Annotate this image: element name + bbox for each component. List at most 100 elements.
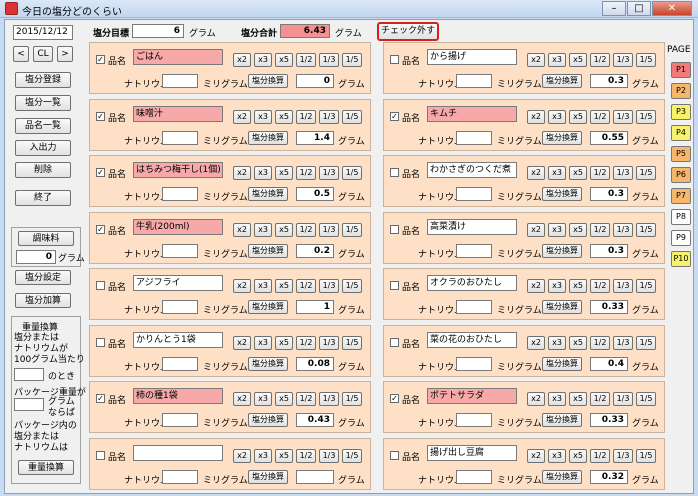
right-item-salt-value[interactable]: 0.3	[590, 74, 628, 88]
right-item-mult-button[interactable]: x5	[569, 449, 587, 463]
left-item-mult-button[interactable]: x5	[275, 336, 293, 350]
left-item-mult-button[interactable]: 1/5	[342, 53, 362, 67]
right-item-mult-button[interactable]: x5	[569, 392, 587, 406]
right-item-mult-button[interactable]: 1/2	[590, 53, 610, 67]
right-item-sodium-field[interactable]	[456, 244, 492, 258]
right-item-convert-button[interactable]: 塩分換算	[542, 413, 582, 427]
next-button[interactable]: >	[57, 46, 73, 62]
right-item-mult-button[interactable]: 1/2	[590, 166, 610, 180]
right-item-mult-button[interactable]: 1/2	[590, 279, 610, 293]
left-item-mult-button[interactable]: 1/2	[296, 279, 316, 293]
page-button-p7[interactable]: P7	[671, 188, 691, 204]
left-item-name-field[interactable]: アジフライ	[133, 275, 223, 291]
right-item-salt-value[interactable]: 0.55	[590, 131, 628, 145]
page-button-p1[interactable]: P1	[671, 62, 691, 78]
left-item-name-field[interactable]	[133, 445, 223, 461]
left-item-salt-value[interactable]	[296, 470, 334, 484]
right-item-name-field[interactable]: から揚げ	[427, 49, 517, 65]
right-item-sodium-field[interactable]	[456, 74, 492, 88]
left-item-convert-button[interactable]: 塩分換算	[248, 244, 288, 258]
left-item-mult-button[interactable]: x5	[275, 166, 293, 180]
left-item-mult-button[interactable]: 1/2	[296, 336, 316, 350]
left-item-mult-button[interactable]: x3	[254, 392, 272, 406]
left-item-mult-button[interactable]: 1/3	[319, 223, 339, 237]
right-item-mult-button[interactable]: x3	[548, 166, 566, 180]
left-item-checkbox[interactable]	[96, 281, 105, 290]
left-item-mult-button[interactable]: 1/5	[342, 223, 362, 237]
right-item-salt-value[interactable]: 0.3	[590, 187, 628, 201]
left-item-convert-button[interactable]: 塩分換算	[248, 357, 288, 371]
weight-calc-button[interactable]: 重量換算	[18, 460, 74, 475]
left-item-convert-button[interactable]: 塩分換算	[248, 187, 288, 201]
left-item-mult-button[interactable]: x3	[254, 53, 272, 67]
left-item-convert-button[interactable]: 塩分換算	[248, 300, 288, 314]
right-item-convert-button[interactable]: 塩分換算	[542, 357, 582, 371]
right-item-mult-button[interactable]: x5	[569, 223, 587, 237]
page-button-p4[interactable]: P4	[671, 125, 691, 141]
right-item-mult-button[interactable]: x2	[527, 223, 545, 237]
left-item-mult-button[interactable]: 1/3	[319, 449, 339, 463]
right-item-mult-button[interactable]: x2	[527, 166, 545, 180]
right-item-mult-button[interactable]: x3	[548, 336, 566, 350]
left-item-salt-value[interactable]: 0.43	[296, 413, 334, 427]
left-item-mult-button[interactable]: x5	[275, 279, 293, 293]
page-button-p2[interactable]: P2	[671, 83, 691, 99]
left-item-checkbox[interactable]: ✓	[96, 394, 105, 403]
right-item-mult-button[interactable]: x3	[548, 392, 566, 406]
page-button-p8[interactable]: P8	[671, 209, 691, 225]
right-item-convert-button[interactable]: 塩分換算	[542, 187, 582, 201]
right-item-sodium-field[interactable]	[456, 357, 492, 371]
right-item-mult-button[interactable]: 1/3	[613, 392, 633, 406]
right-item-checkbox[interactable]: ✓	[390, 112, 399, 121]
right-item-mult-button[interactable]: 1/5	[636, 223, 656, 237]
right-item-sodium-field[interactable]	[456, 131, 492, 145]
left-item-mult-button[interactable]: x3	[254, 166, 272, 180]
left-item-convert-button[interactable]: 塩分換算	[248, 131, 288, 145]
right-item-convert-button[interactable]: 塩分換算	[542, 244, 582, 258]
left-item-mult-button[interactable]: x2	[233, 53, 251, 67]
right-item-mult-button[interactable]: 1/2	[590, 223, 610, 237]
right-item-salt-value[interactable]: 0.3	[590, 244, 628, 258]
salt-register-button[interactable]: 塩分登録	[15, 72, 71, 88]
uncheck-all-button[interactable]: チェック外す	[377, 22, 439, 41]
right-item-mult-button[interactable]: 1/5	[636, 279, 656, 293]
left-item-sodium-field[interactable]	[162, 300, 198, 314]
right-item-mult-button[interactable]: x2	[527, 53, 545, 67]
seasoning-value[interactable]: 0	[16, 250, 56, 264]
right-item-name-field[interactable]: 菜の花のおひたし	[427, 332, 517, 348]
left-item-mult-button[interactable]: 1/5	[342, 110, 362, 124]
left-item-salt-value[interactable]: 1.4	[296, 131, 334, 145]
right-item-mult-button[interactable]: 1/5	[636, 392, 656, 406]
left-item-name-field[interactable]: 味噌汁	[133, 106, 223, 122]
maximize-button[interactable]: □	[627, 1, 651, 16]
right-item-mult-button[interactable]: x5	[569, 279, 587, 293]
right-item-sodium-field[interactable]	[456, 413, 492, 427]
right-item-mult-button[interactable]: 1/5	[636, 449, 656, 463]
right-item-salt-value[interactable]: 0.33	[590, 300, 628, 314]
left-item-mult-button[interactable]: x5	[275, 223, 293, 237]
left-item-mult-button[interactable]: x5	[275, 392, 293, 406]
salt-list-button[interactable]: 塩分一覧	[15, 95, 71, 111]
left-item-mult-button[interactable]: 1/5	[342, 279, 362, 293]
left-item-mult-button[interactable]: 1/3	[319, 166, 339, 180]
right-item-mult-button[interactable]: 1/3	[613, 166, 633, 180]
exit-button[interactable]: 終了	[15, 190, 71, 206]
left-item-mult-button[interactable]: 1/3	[319, 53, 339, 67]
left-item-mult-button[interactable]: x5	[275, 110, 293, 124]
left-item-salt-value[interactable]: 0.2	[296, 244, 334, 258]
right-item-mult-button[interactable]: 1/3	[613, 279, 633, 293]
left-item-salt-value[interactable]: 0.08	[296, 357, 334, 371]
right-item-mult-button[interactable]: 1/3	[613, 53, 633, 67]
right-item-checkbox[interactable]	[390, 338, 399, 347]
seasoning-button[interactable]: 調味料	[18, 231, 74, 246]
right-item-mult-button[interactable]: x3	[548, 53, 566, 67]
right-item-mult-button[interactable]: x3	[548, 110, 566, 124]
left-item-salt-value[interactable]: 1	[296, 300, 334, 314]
right-item-checkbox[interactable]: ✓	[390, 394, 399, 403]
right-item-mult-button[interactable]: x2	[527, 392, 545, 406]
left-item-mult-button[interactable]: 1/2	[296, 449, 316, 463]
salt-setting-button[interactable]: 塩分設定	[15, 270, 71, 285]
left-item-mult-button[interactable]: x5	[275, 449, 293, 463]
right-item-mult-button[interactable]: x2	[527, 279, 545, 293]
right-item-mult-button[interactable]: 1/2	[590, 336, 610, 350]
